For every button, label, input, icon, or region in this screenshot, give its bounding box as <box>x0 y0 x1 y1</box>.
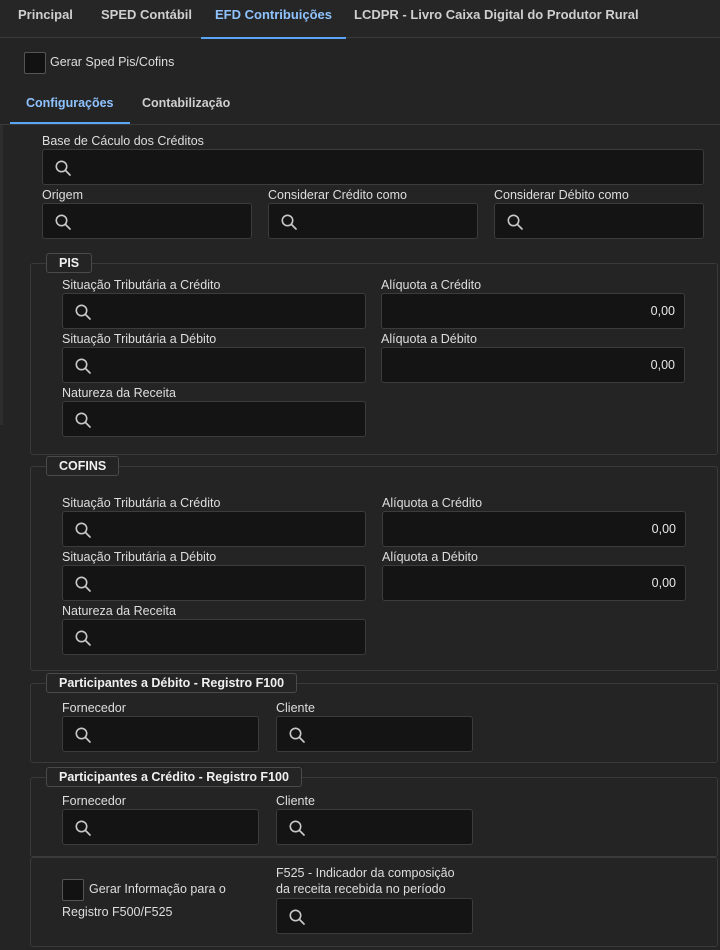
cofins-aliq-debito-label: Alíquota a Débito <box>382 550 478 564</box>
search-icon[interactable] <box>506 213 524 231</box>
base-calculo-input[interactable] <box>42 149 704 185</box>
search-icon[interactable] <box>54 159 72 177</box>
search-icon[interactable] <box>74 411 92 429</box>
search-icon[interactable] <box>74 303 92 321</box>
search-icon[interactable] <box>288 726 306 744</box>
search-icon[interactable] <box>288 819 306 837</box>
search-icon[interactable] <box>54 213 72 231</box>
cofins-sit-debito-input[interactable] <box>62 565 366 601</box>
cofins-aliq-credito-input[interactable]: 0,00 <box>382 511 686 547</box>
part-credito-cliente-input[interactable] <box>276 809 473 845</box>
cofins-sit-credito-label: Situação Tributária a Crédito <box>62 496 221 510</box>
left-edge <box>0 125 3 425</box>
tab-contabilizacao[interactable]: Contabilização <box>142 88 230 124</box>
search-icon[interactable] <box>74 726 92 744</box>
pis-aliq-debito-label: Alíquota a Débito <box>381 332 477 346</box>
considerar-credito-input[interactable] <box>268 203 478 239</box>
pis-sit-credito-label: Situação Tributária a Crédito <box>62 278 221 292</box>
search-icon[interactable] <box>74 357 92 375</box>
subtab-divider <box>0 124 720 125</box>
f525-label-line2: da receita recebida no período <box>276 882 446 896</box>
cofins-title: COFINS <box>46 456 120 476</box>
pis-aliq-credito-label: Alíquota a Crédito <box>381 278 482 292</box>
gerar-sped-checkbox[interactable] <box>24 52 46 74</box>
search-icon[interactable] <box>74 629 92 647</box>
pis-natureza-input[interactable] <box>62 401 366 437</box>
tab-principal[interactable]: Principal <box>18 0 73 38</box>
part-credito-fornecedor-label: Fornecedor <box>62 794 126 808</box>
f525-label-line1: F525 - Indicador da composição <box>276 866 455 880</box>
part-debito-cliente-label: Cliente <box>276 701 315 715</box>
part-debito-title: Participantes a Débito - Registro F100 <box>46 673 298 693</box>
considerar-debito-label: Considerar Débito como <box>494 188 629 202</box>
gerar-f500-label-line1: Gerar Informação para o <box>89 882 226 896</box>
part-credito-cliente-label: Cliente <box>276 794 315 808</box>
search-icon[interactable] <box>280 213 298 231</box>
cofins-natureza-label: Natureza da Receita <box>62 604 176 618</box>
search-icon[interactable] <box>74 819 92 837</box>
cofins-natureza-input[interactable] <box>62 619 366 655</box>
part-debito-fornecedor-input[interactable] <box>62 716 259 752</box>
pis-sit-credito-input[interactable] <box>62 293 366 329</box>
search-icon[interactable] <box>288 908 306 926</box>
cofins-aliq-credito-label: Alíquota a Crédito <box>382 496 483 510</box>
cofins-aliq-debito-input[interactable]: 0,00 <box>382 565 686 601</box>
part-credito-fornecedor-input[interactable] <box>62 809 259 845</box>
cofins-sit-credito-input[interactable] <box>62 511 366 547</box>
base-calculo-label: Base de Cáculo dos Créditos <box>42 134 204 148</box>
part-credito-title: Participantes a Crédito - Registro F100 <box>46 767 302 787</box>
tab-efd-contribuicoes[interactable]: EFD Contribuições <box>200 0 347 39</box>
pis-sit-debito-label: Situação Tributária a Débito <box>62 332 217 346</box>
part-debito-cliente-input[interactable] <box>276 716 473 752</box>
considerar-credito-label: Considerar Crédito como <box>268 188 407 202</box>
gerar-sped-label: Gerar Sped Pis/Cofins <box>50 55 175 69</box>
search-icon[interactable] <box>74 521 92 539</box>
considerar-debito-input[interactable] <box>494 203 704 239</box>
gerar-f500-label-line2: Registro F500/F525 <box>62 905 173 919</box>
origem-label: Origem <box>42 188 83 202</box>
pis-natureza-label: Natureza da Receita <box>62 386 176 400</box>
tab-sped-contabil[interactable]: SPED Contábil <box>101 0 192 38</box>
tab-configuracoes[interactable]: Configurações <box>10 88 129 124</box>
tab-lcdpr[interactable]: LCDPR - Livro Caixa Digital do Produtor … <box>354 0 639 38</box>
top-tab-bar: Principal SPED Contábil EFD Contribuiçõe… <box>0 0 720 39</box>
gerar-f500-checkbox[interactable] <box>62 879 84 901</box>
search-icon[interactable] <box>74 575 92 593</box>
pis-sit-debito-input[interactable] <box>62 347 366 383</box>
origem-input[interactable] <box>42 203 252 239</box>
pis-aliq-debito-input[interactable]: 0,00 <box>381 347 685 383</box>
cofins-sit-debito-label: Situação Tributária a Débito <box>62 550 217 564</box>
f525-input[interactable] <box>276 898 473 934</box>
pis-title: PIS <box>46 253 93 273</box>
pis-aliq-credito-input[interactable]: 0,00 <box>381 293 685 329</box>
part-debito-fornecedor-label: Fornecedor <box>62 701 126 715</box>
